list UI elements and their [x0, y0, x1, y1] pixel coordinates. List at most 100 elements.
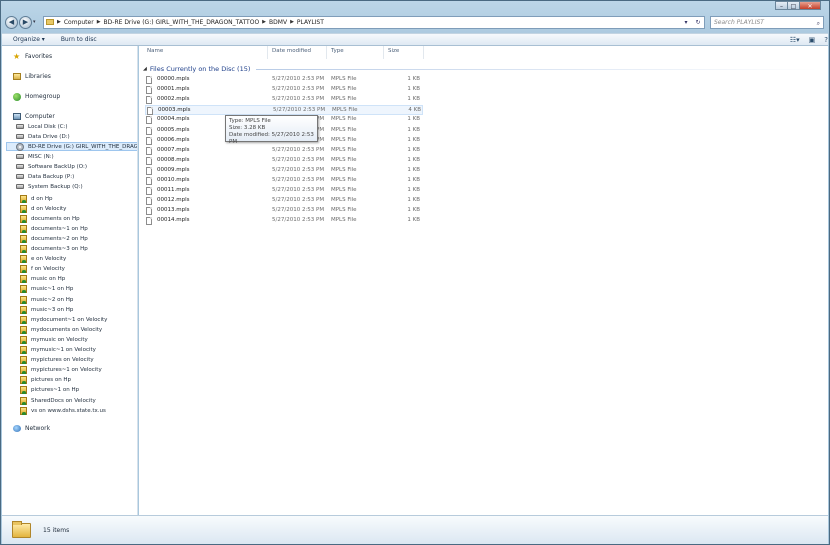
sidebar-item-share[interactable]: documents~3 on Hp	[20, 245, 88, 254]
column-header-name[interactable]: Name	[147, 48, 163, 57]
sidebar-item-share[interactable]: documents on Hp	[20, 214, 80, 223]
back-button[interactable]: ◀	[5, 15, 18, 29]
sidebar-item-share[interactable]: mymusic~1 on Velocity	[20, 346, 96, 355]
file-row[interactable]: 00002.mpls 5/27/2010 2:53 PM MPLS File 1 KB	[145, 95, 423, 105]
column-header-type[interactable]: Type	[331, 48, 344, 57]
search-input[interactable]: Search PLAYLIST ⌕	[710, 15, 824, 29]
sidebar-item-drive[interactable]: Data Backup (P:)	[16, 172, 74, 181]
sidebar-item-share[interactable]: e on Velocity	[20, 255, 66, 264]
sidebar-item-share[interactable]: music~2 on Hp	[20, 295, 73, 304]
sidebar-item-network[interactable]: Network	[13, 424, 50, 433]
sidebar-item-share[interactable]: mypictures on Velocity	[20, 356, 94, 365]
sidebar-item-share[interactable]: vs on www.dshs.state.tx.us	[20, 406, 106, 415]
file-row[interactable]: 00008.mpls 5/27/2010 2:53 PM MPLS File 1 KB	[145, 156, 423, 166]
close-button[interactable]: ✕	[799, 1, 821, 10]
file-icon	[146, 156, 152, 165]
file-date: 5/27/2010 2:53 PM	[273, 107, 326, 114]
sidebar-item-computer[interactable]: Computer	[13, 112, 55, 121]
file-row[interactable]: 00001.mpls 5/27/2010 2:53 PM MPLS File 1 KB	[145, 85, 423, 95]
sidebar-item-share[interactable]: f on Velocity	[20, 265, 65, 274]
sidebar-item-libraries[interactable]: Libraries	[13, 72, 51, 81]
column-separator[interactable]	[423, 46, 424, 59]
tooltip-date: Date modified: 5/27/2010 2:53 PM	[229, 132, 314, 145]
sidebar-item-share[interactable]: mydocuments on Velocity	[20, 325, 102, 334]
sidebar-item-share[interactable]: pictures~1 on Hp	[20, 386, 79, 395]
sidebar-item-homegroup[interactable]: Homegroup	[13, 92, 60, 101]
file-icon	[146, 146, 152, 155]
breadcrumb-computer[interactable]: Computer	[64, 19, 94, 26]
sidebar-item-share[interactable]: SharedDocs on Velocity	[20, 396, 96, 405]
address-dropdown-icon[interactable]: ▾	[680, 19, 692, 26]
sidebar-item-share[interactable]: music~3 on Hp	[20, 305, 73, 314]
sidebar-item-label: vs on www.dshs.state.tx.us	[31, 407, 106, 414]
column-header-date[interactable]: Date modified	[272, 48, 311, 57]
breadcrumb-separator-icon[interactable]: ▶	[262, 19, 266, 25]
collapse-arrow-icon[interactable]: ◢	[143, 66, 147, 72]
search-placeholder: Search PLAYLIST	[714, 18, 764, 26]
sidebar-item-share[interactable]: documents~1 on Hp	[20, 224, 88, 233]
organize-button[interactable]: Organize ▾	[13, 36, 45, 43]
sidebar-item-label: Favorites	[25, 53, 53, 60]
sidebar-item-share[interactable]: mypictures~1 on Velocity	[20, 366, 102, 375]
file-row[interactable]: 00012.mpls 5/27/2010 2:53 PM MPLS File 1 KB	[145, 196, 423, 206]
file-size: 4 KB	[408, 107, 421, 114]
file-icon	[146, 197, 152, 206]
forward-button[interactable]: ▶	[19, 15, 32, 29]
file-row[interactable]: 00013.mpls 5/27/2010 2:53 PM MPLS File 1 KB	[145, 206, 423, 216]
breadcrumb-separator-icon[interactable]: ▶	[57, 19, 61, 25]
breadcrumb-separator-icon[interactable]: ▶	[97, 19, 101, 25]
sidebar-item-label: Data Drive (D:)	[28, 133, 70, 140]
network-drive-icon	[20, 275, 27, 284]
file-type: MPLS File	[331, 76, 357, 82]
breadcrumb-drive[interactable]: BD-RE Drive (G:) GIRL_WITH_THE_DRAGON_TA…	[104, 19, 260, 26]
column-header-size[interactable]: Size	[388, 48, 399, 57]
sidebar-item-drive[interactable]: Local Disk (C:)	[16, 122, 68, 131]
refresh-icon[interactable]: ↻	[692, 19, 704, 26]
file-row[interactable]: 00007.mpls 5/27/2010 2:53 PM MPLS File 1 KB	[145, 146, 423, 156]
change-view-icon[interactable]: ☷▾	[790, 36, 800, 44]
file-icon	[146, 96, 152, 105]
libraries-icon	[13, 73, 21, 80]
search-icon[interactable]: ⌕	[817, 18, 820, 29]
breadcrumb-separator-icon[interactable]: ▶	[290, 19, 294, 25]
sidebar-item-label: music on Hp	[31, 276, 66, 283]
sidebar-item-drive[interactable]: MISC (N:)	[16, 152, 54, 161]
explorer-window: – □ ✕ ◀ ▶ ▾ ▶ Computer ▶ BD-RE Drive (G:…	[0, 0, 830, 545]
recent-pages-dropdown[interactable]: ▾	[33, 19, 39, 25]
sidebar-item-share[interactable]: d on Velocity	[20, 204, 66, 213]
sidebar-item-drive[interactable]: Software BackUp (O:)	[16, 162, 87, 171]
sidebar-item-share[interactable]: pictures on Hp	[20, 376, 71, 385]
group-header[interactable]: ◢ Files Currently on the Disc (15)	[143, 64, 818, 74]
sidebar-item-share[interactable]: documents~2 on Hp	[20, 234, 88, 243]
file-row[interactable]: 00009.mpls 5/27/2010 2:53 PM MPLS File 1 KB	[145, 166, 423, 176]
column-separator[interactable]	[383, 46, 384, 59]
preview-pane-icon[interactable]: ▣	[809, 36, 816, 44]
file-row[interactable]: 00010.mpls 5/27/2010 2:53 PM MPLS File 1 KB	[145, 176, 423, 186]
column-separator[interactable]	[267, 46, 268, 59]
file-name: 00012.mpls	[157, 197, 190, 204]
file-row[interactable]: 00011.mpls 5/27/2010 2:53 PM MPLS File 1 KB	[145, 186, 423, 196]
title-bar[interactable]: – □ ✕	[1, 1, 829, 12]
sidebar-item-share[interactable]: music~1 on Hp	[20, 285, 73, 294]
sidebar-item-share[interactable]: mymusic on Velocity	[20, 335, 88, 344]
burn-to-disc-button[interactable]: Burn to disc	[61, 36, 97, 43]
tooltip-size: Size: 3.28 KB	[229, 125, 266, 131]
sidebar-item-drive[interactable]: Data Drive (D:)	[16, 132, 70, 141]
sidebar-item-drive[interactable]: BD-RE Drive (G:) GIRL_WITH_THE_DRAGON_TA…	[6, 142, 137, 151]
file-row[interactable]: 00003.mpls 5/27/2010 2:53 PM MPLS File 4 KB	[145, 105, 423, 116]
address-bar[interactable]: ▶ Computer ▶ BD-RE Drive (G:) GIRL_WITH_…	[43, 15, 705, 29]
sidebar-item-favorites[interactable]: ★ Favorites	[13, 52, 52, 61]
sidebar-item-share[interactable]: music on Hp	[20, 275, 65, 284]
help-icon[interactable]: ?	[824, 36, 828, 44]
hard-disk-icon	[16, 184, 24, 189]
sidebar-item-drive[interactable]: System Backup (Q:)	[16, 182, 83, 191]
column-separator[interactable]	[326, 46, 327, 59]
file-row[interactable]: 00000.mpls 5/27/2010 2:53 PM MPLS File 1 KB	[145, 75, 423, 85]
sidebar-item-share[interactable]: mydocument~1 on Velocity	[20, 315, 107, 324]
breadcrumb-playlist[interactable]: PLAYLIST	[297, 19, 324, 26]
file-type: MPLS File	[331, 217, 357, 224]
sidebar-item-share[interactable]: d on Hp	[20, 194, 52, 203]
breadcrumb-bdmv[interactable]: BDMV	[269, 19, 287, 26]
network-drive-icon	[20, 285, 27, 294]
file-row[interactable]: 00014.mpls 5/27/2010 2:53 PM MPLS File 1 KB	[145, 216, 423, 226]
